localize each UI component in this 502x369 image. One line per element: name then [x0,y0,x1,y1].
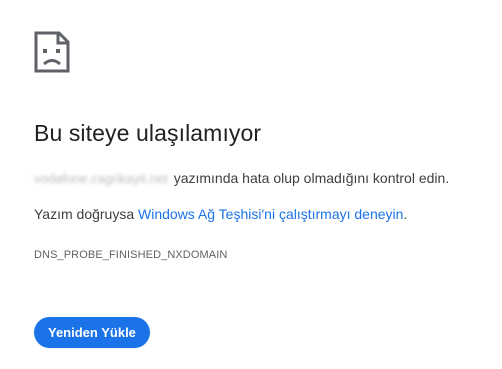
reload-button[interactable]: Yeniden Yükle [34,317,150,348]
diagnostics-suffix: . [403,206,408,222]
blurred-url: vodafone.cagrikayit.net [34,171,168,186]
error-page: Bu siteye ulaşılamıyor vodafone.cagrikay… [0,0,502,369]
error-code: DNS_PROBE_FINISHED_NXDOMAIN [34,249,228,261]
check-spelling-text: yazımında hata olup olmadığını kontrol e… [173,170,450,186]
page-title: Bu siteye ulaşılamıyor [34,120,262,146]
windows-network-diagnostics-link[interactable]: Windows Ağ Teşhisi'ni çalıştırmayı deney… [138,206,403,222]
diagnostics-prefix: Yazım doğruysa [34,206,139,222]
diagnostics-message: Yazım doğruysa Windows Ağ Teşhisi'ni çal… [34,206,407,222]
sad-page-icon [34,31,70,73]
check-spelling-message: vodafone.cagrikayit.net yazımında hata ol… [34,170,449,186]
